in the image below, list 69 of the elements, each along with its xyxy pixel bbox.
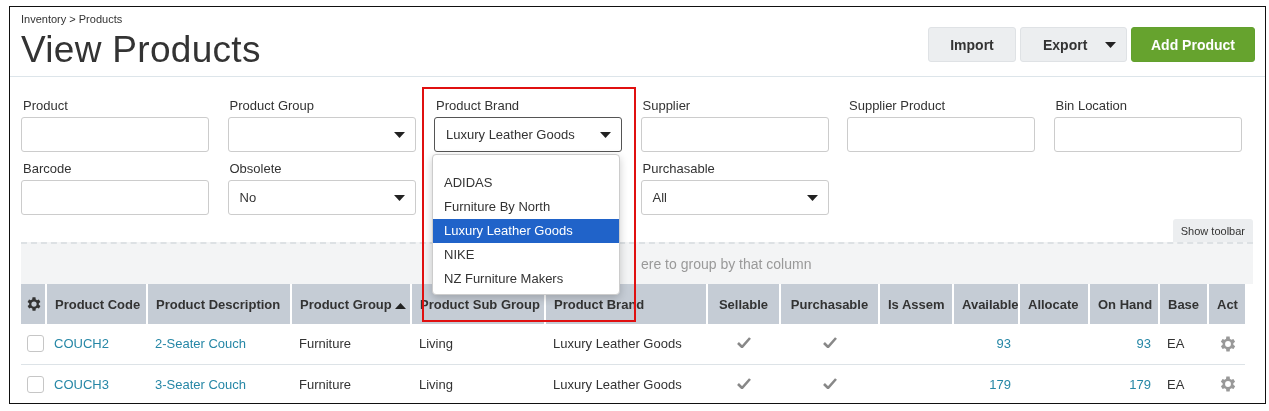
table-cell: Furniture xyxy=(299,336,352,352)
column-header[interactable]: On Hand xyxy=(1089,284,1159,324)
row-checkbox[interactable] xyxy=(27,335,44,353)
available-link[interactable]: 93 xyxy=(996,336,1011,352)
gear-icon[interactable] xyxy=(25,295,43,313)
table-cell: Living xyxy=(419,336,453,352)
filter-label: Product xyxy=(22,98,69,114)
column-header[interactable]: Purchasable xyxy=(780,284,879,324)
filter-label: Supplier xyxy=(641,98,692,114)
column-header[interactable]: Product Description xyxy=(147,284,291,324)
column-header[interactable]: Available xyxy=(953,284,1019,324)
export-button[interactable]: Export xyxy=(1020,27,1127,62)
row-checkbox[interactable] xyxy=(27,375,44,393)
select-field[interactable] xyxy=(227,117,416,152)
input-field[interactable] xyxy=(640,117,829,152)
product-code-link[interactable]: COUCH2 xyxy=(54,336,109,352)
show-toolbar-tab[interactable]: Show toolbar xyxy=(1172,219,1253,242)
caret-icon xyxy=(806,194,818,201)
dropdown-option[interactable]: ADIDAS xyxy=(433,171,619,195)
input-field[interactable] xyxy=(1053,117,1242,152)
available-link[interactable]: 179 xyxy=(989,376,1011,392)
filter-label: Product Group xyxy=(228,98,316,114)
import-button[interactable]: Import xyxy=(928,27,1016,62)
dropdown-option[interactable]: Luxury Leather Goods xyxy=(433,219,619,243)
page-title: View Products xyxy=(21,29,261,71)
dropdown-option[interactable]: NZ Furniture Makers xyxy=(433,267,619,291)
table-cell: Luxury Leather Goods xyxy=(553,376,682,392)
filter-label: Supplier Product xyxy=(848,98,947,114)
input-field[interactable] xyxy=(21,117,209,152)
product-code-link[interactable]: COUCH3 xyxy=(54,376,109,392)
table-cell: EA xyxy=(1167,376,1185,392)
table-cell: Luxury Leather Goods xyxy=(553,336,682,352)
column-header[interactable]: Is Assem xyxy=(879,284,953,324)
breadcrumb: Inventory > Products xyxy=(21,13,124,25)
filter-label: Product Brand xyxy=(435,98,521,114)
product-description-link[interactable]: 2-Seater Couch xyxy=(155,336,247,352)
select-field[interactable]: All xyxy=(640,180,829,215)
filter-label: Purchasable xyxy=(641,161,716,177)
select-field[interactable]: Luxury Leather Goods xyxy=(434,117,622,152)
product-description-link[interactable]: 3-Seater Couch xyxy=(155,376,247,392)
column-header[interactable]: Sellable xyxy=(707,284,780,324)
caret-icon xyxy=(1105,41,1116,48)
column-header[interactable]: Act xyxy=(1208,284,1245,324)
caret-icon xyxy=(600,131,611,138)
table-cell: EA xyxy=(1167,336,1185,352)
check-icon xyxy=(822,377,837,389)
group-hint: ere to group by that column xyxy=(641,256,812,272)
dropdown-option[interactable]: NIKE xyxy=(433,243,619,267)
select-field[interactable]: No xyxy=(227,180,416,215)
input-field[interactable] xyxy=(21,180,209,215)
check-icon xyxy=(736,337,751,349)
column-header[interactable]: Product Group xyxy=(291,284,411,324)
table-cell: Living xyxy=(419,376,453,392)
filter-label: Obsolete xyxy=(228,161,283,177)
caret-icon xyxy=(393,194,405,201)
check-icon xyxy=(736,377,751,389)
caret-icon xyxy=(395,302,407,309)
on-hand-link[interactable]: 179 xyxy=(1129,376,1151,392)
input-field[interactable] xyxy=(847,117,1035,152)
column-header[interactable]: Base xyxy=(1159,284,1208,324)
dropdown-option[interactable]: Furniture By North xyxy=(433,195,619,219)
column-header[interactable]: Allocate xyxy=(1019,284,1089,324)
check-icon xyxy=(822,337,837,349)
on-hand-link[interactable]: 93 xyxy=(1136,336,1151,352)
filter-label: Bin Location xyxy=(1054,98,1129,114)
table-cell: Furniture xyxy=(299,376,352,392)
column-header[interactable]: Product Code xyxy=(46,284,147,324)
filter-label: Barcode xyxy=(22,161,73,177)
caret-icon xyxy=(393,131,405,138)
